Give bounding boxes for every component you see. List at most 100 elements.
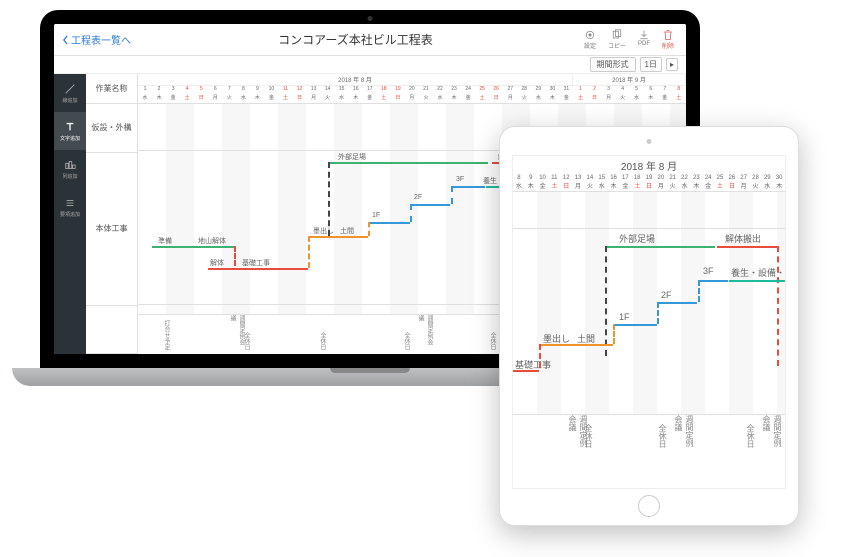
- tablet-home-button[interactable]: [638, 495, 660, 517]
- day-cell: 19: [391, 86, 405, 95]
- day-cell: 21: [419, 86, 433, 95]
- weekday-cell: 火: [222, 94, 236, 103]
- sidebar-item-item[interactable]: 要項追加: [54, 188, 86, 226]
- t-wd-cell: 土: [548, 181, 560, 190]
- task-line[interactable]: [729, 280, 785, 282]
- day-cell: 27: [503, 86, 517, 95]
- line-icon: [64, 83, 76, 95]
- t-wd-cell: 火: [584, 181, 596, 190]
- day-cell: 16: [349, 86, 363, 95]
- weekday-row: 水木金土日月火水木金土日月火水木金土日月火水木金土日月火水木金土日月火水木金土: [138, 94, 686, 103]
- weekday-cell: 日: [489, 94, 503, 103]
- weekday-cell: 日: [293, 94, 307, 103]
- column-icon: [64, 159, 76, 171]
- settings-button[interactable]: 設定: [580, 28, 600, 51]
- weekday-cell: 土: [573, 94, 587, 103]
- weekday-cell: 土: [672, 94, 686, 103]
- task-line[interactable]: [657, 302, 697, 304]
- t-wd-cell: 日: [726, 181, 738, 190]
- task-junbi: 準備: [158, 236, 172, 246]
- pdf-button[interactable]: PDF: [634, 28, 654, 51]
- task-line[interactable]: [513, 370, 539, 372]
- day-cell: 17: [363, 86, 377, 95]
- t-wd-cell: 金: [619, 181, 631, 190]
- t-wd-cell: 月: [572, 181, 584, 190]
- period-format-button[interactable]: 期間形式: [590, 57, 636, 72]
- task-line[interactable]: [698, 280, 728, 282]
- weekday-cell: 金: [166, 94, 180, 103]
- weekday-cell: 火: [517, 94, 531, 103]
- day-cell: 8: [236, 86, 250, 95]
- sidebar-item-column[interactable]: 列追加: [54, 150, 86, 188]
- note-kaigi: 週間定例会議: [416, 315, 434, 350]
- task-3f: 3F: [456, 176, 464, 183]
- task-line[interactable]: [368, 222, 410, 224]
- day-cell: 28: [517, 86, 531, 95]
- weekday-cell: 金: [461, 94, 475, 103]
- weekday-cell: 火: [616, 94, 630, 103]
- task-line[interactable]: [152, 246, 194, 248]
- task-heiya: 地山解体: [198, 236, 226, 246]
- day-cell: 5: [630, 86, 644, 95]
- t-wd-cell: 木: [608, 181, 620, 190]
- chevron-left-icon: [62, 35, 69, 45]
- task-line[interactable]: [410, 204, 450, 206]
- copy-icon: [611, 29, 623, 41]
- sidebar-item-line[interactable]: 線追加: [54, 74, 86, 112]
- weekday-cell: 日: [391, 94, 405, 103]
- copy-button[interactable]: コピー: [604, 28, 630, 51]
- task-line[interactable]: [336, 236, 368, 238]
- weekday-cell: 火: [419, 94, 433, 103]
- weekday-cell: 土: [180, 94, 194, 103]
- weekday-cell: 木: [349, 94, 363, 103]
- weekday-cell: 水: [630, 94, 644, 103]
- calendar-header: 2018 年 8 月 2018 年 9 月 123456789101112131…: [138, 74, 686, 104]
- task-line[interactable]: [451, 186, 485, 188]
- weekday-cell: 日: [588, 94, 602, 103]
- task-line[interactable]: [613, 324, 657, 326]
- task-line[interactable]: [717, 246, 777, 248]
- row-label-notes: [86, 306, 137, 355]
- task-sumidashi: 墨出し: [313, 226, 334, 236]
- tablet-gantt[interactable]: 外部足場 解体搬出 3F 養生・設備・仕上げ工事 2F 1F 墨出し 土間 基礎…: [513, 192, 785, 452]
- day-cell: 7: [658, 86, 672, 95]
- task-gaibusokuba: 外部足場: [338, 152, 366, 162]
- task-line[interactable]: [539, 344, 573, 346]
- t-wd-cell: 水: [679, 181, 691, 190]
- period-select[interactable]: 1日: [640, 57, 662, 72]
- task-line[interactable]: [236, 268, 308, 270]
- t-task-3f: 3F: [703, 266, 714, 276]
- day-cell: 29: [531, 86, 545, 95]
- weekday-cell: 木: [644, 94, 658, 103]
- day-cell: 30: [545, 86, 559, 95]
- day-cell: 4: [616, 86, 630, 95]
- t-wd-cell: 日: [643, 181, 655, 190]
- t-wd-cell: 日: [560, 181, 572, 190]
- task-line[interactable]: [605, 246, 715, 248]
- t-wd-cell: 土: [714, 181, 726, 190]
- back-link[interactable]: 工程表一覧へ: [62, 32, 131, 47]
- day-cell: 11: [278, 86, 292, 95]
- page-title: コンコアーズ本社ビル工程表: [131, 31, 580, 48]
- task-kaikei: 解体: [210, 258, 224, 268]
- period-next-button[interactable]: ▸: [666, 58, 678, 71]
- task-line[interactable]: [308, 236, 336, 238]
- task-line[interactable]: [194, 246, 234, 248]
- task-line[interactable]: [328, 162, 488, 164]
- t-wd-cell: 木: [690, 181, 702, 190]
- t-note-kyu: 全休日: [745, 424, 756, 448]
- day-row: 1234567891011121314151617181920212223242…: [138, 86, 686, 95]
- weekday-cell: 月: [405, 94, 419, 103]
- t-wd-cell: 月: [655, 181, 667, 190]
- weekday-cell: 金: [264, 94, 278, 103]
- t-wd-cell: 水: [596, 181, 608, 190]
- day-cell: 23: [447, 86, 461, 95]
- weekday-cell: 土: [278, 94, 292, 103]
- task-line[interactable]: [573, 344, 613, 346]
- sidebar-item-text[interactable]: 文字追加: [54, 112, 86, 150]
- note-kyujitsu: 全休日: [242, 332, 251, 350]
- delete-button[interactable]: 削除: [658, 28, 678, 51]
- task-line[interactable]: [208, 268, 236, 270]
- day-cell: 3: [602, 86, 616, 95]
- weekday-cell: 水: [531, 94, 545, 103]
